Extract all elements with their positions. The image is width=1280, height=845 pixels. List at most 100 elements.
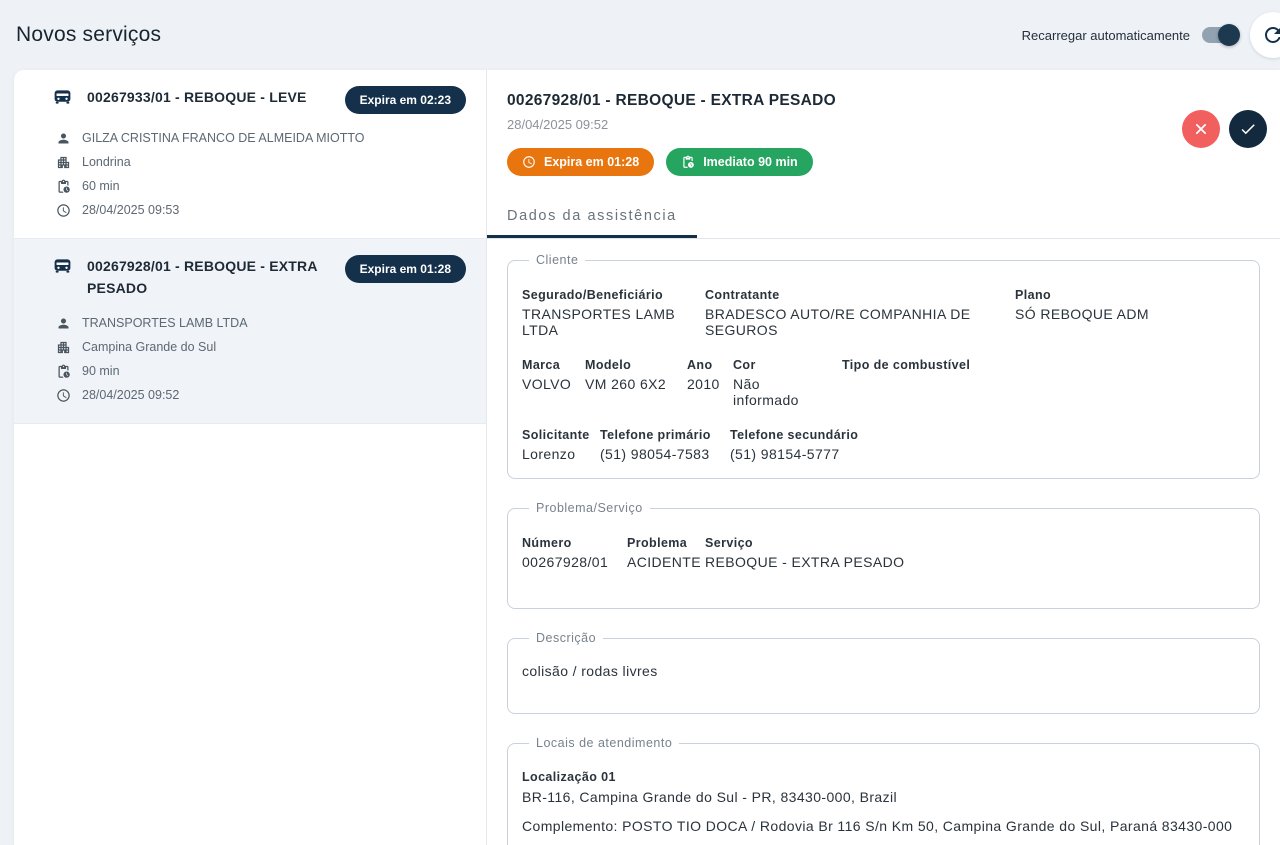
- top-bar: Novos serviços Recarregar automaticament…: [0, 0, 1280, 70]
- clipboard-clock-icon: [56, 179, 71, 194]
- car-icon: [52, 86, 73, 107]
- city-row: Londrina: [56, 150, 466, 174]
- description-text: colisão / rodas livres: [522, 663, 658, 679]
- field-label: Segurado/Beneficiário: [522, 288, 664, 302]
- duration-row: 60 min: [56, 174, 466, 198]
- client-row: GILZA CRISTINA FRANCO DE ALMEIDA MIOTTO: [56, 126, 466, 150]
- expire-badge-label: Expira em 01:28: [544, 155, 640, 169]
- field-label: Tipo de combustível: [842, 358, 971, 372]
- field-label: Serviço: [705, 536, 753, 550]
- city-row: Campina Grande do Sul: [56, 335, 466, 359]
- datetime: 28/04/2025 09:52: [82, 388, 180, 403]
- detail-body: Cliente Segurado/Beneficiário TRANSPORTE…: [487, 253, 1280, 845]
- client-name: TRANSPORTES LAMB LTDA: [82, 316, 248, 331]
- city: Londrina: [82, 155, 131, 169]
- field-value: REBOQUE - EXTRA PESADO: [705, 554, 905, 570]
- app: Novos serviços Recarregar automaticament…: [0, 0, 1280, 845]
- refresh-button[interactable]: [1250, 12, 1280, 58]
- badge-row: Expira em 01:28 Imediato 90 min: [507, 148, 1260, 176]
- field-label: Telefone primário: [600, 428, 711, 442]
- field-value: (51) 98154-5777: [730, 446, 840, 462]
- section-problema: Problema/Serviço Número 00267928/01 Prob…: [507, 501, 1260, 609]
- clipboard-clock-icon: [56, 364, 71, 379]
- card-meta: GILZA CRISTINA FRANCO DE ALMEIDA MIOTTO …: [56, 126, 466, 222]
- building-icon: [56, 155, 71, 170]
- check-icon: [1239, 120, 1257, 138]
- field-value: [842, 376, 970, 392]
- detail-title: 00267928/01 - REBOQUE - EXTRA PESADO: [507, 92, 836, 109]
- field-label: Marca: [522, 358, 561, 372]
- field-row: Segurado/Beneficiário TRANSPORTES LAMB L…: [522, 288, 1245, 338]
- auto-reload-toggle[interactable]: [1202, 24, 1240, 46]
- topbar-right: Recarregar automaticamente: [1022, 12, 1280, 58]
- section-descricao-legend: Descrição: [536, 631, 597, 645]
- field-value: TRANSPORTES LAMB LTDA: [522, 306, 676, 338]
- service-card-00267933[interactable]: 00267933/01 - REBOQUE - LEVE Expira em 0…: [14, 70, 486, 239]
- auto-reload-label: Recarregar automaticamente: [1021, 27, 1190, 43]
- expire-badge: Expira em 02:23: [344, 86, 466, 114]
- building-icon: [56, 340, 71, 355]
- field-label: Cor: [733, 358, 756, 372]
- field-value: (51) 98054-7583: [600, 446, 710, 462]
- field-label: Contratante: [705, 288, 780, 302]
- expire-badge: Expira em 01:28: [344, 255, 466, 283]
- field-label: Solicitante: [522, 428, 590, 442]
- person-icon: [56, 316, 71, 331]
- section-locais-legend: Locais de atendimento: [536, 736, 673, 750]
- field-value: BRADESCO AUTO/RE COMPANHIA DE SEGUROS: [705, 306, 971, 338]
- service-title: 00267933/01 - REBOQUE - LEVE: [87, 89, 307, 105]
- field-label: Número: [522, 536, 572, 550]
- field-label: Telefone secundário: [730, 428, 859, 442]
- clipboard-clock-icon: [681, 155, 695, 169]
- detail-header: 00267928/01 - REBOQUE - EXTRA PESADO 28/…: [487, 70, 1280, 176]
- field-label: Modelo: [585, 358, 632, 372]
- car-icon: [52, 255, 73, 276]
- page-title: Novos serviços: [16, 23, 162, 46]
- client-row: TRANSPORTES LAMB LTDA: [56, 311, 466, 335]
- datetime: 28/04/2025 09:53: [82, 203, 180, 217]
- detail-datetime: 28/04/2025 09:52: [507, 117, 609, 132]
- service-title: 00267928/01 - REBOQUE - EXTRA PESADO: [87, 258, 318, 296]
- section-problema-legend: Problema/Serviço: [536, 501, 643, 515]
- field-value: 2010: [687, 376, 720, 392]
- card-head: 00267928/01 - REBOQUE - EXTRA PESADO Exp…: [52, 253, 466, 299]
- service-detail: 00267928/01 - REBOQUE - EXTRA PESADO 28/…: [487, 70, 1280, 845]
- duration: 90 min: [82, 364, 120, 379]
- client-name: GILZA CRISTINA FRANCO DE ALMEIDA MIOTTO: [82, 131, 365, 145]
- tab-dados-assistencia[interactable]: Dados da assistência: [487, 198, 697, 238]
- main-panel: 00267933/01 - REBOQUE - LEVE Expira em 0…: [14, 70, 1280, 845]
- duration: 60 min: [82, 179, 120, 193]
- reject-button[interactable]: [1182, 110, 1220, 148]
- field-row: Solicitante Lorenzo Telefone primário (5…: [522, 428, 1245, 462]
- card-meta: TRANSPORTES LAMB LTDA Campina Grande do …: [56, 311, 466, 407]
- card-head: 00267933/01 - REBOQUE - LEVE Expira em 0…: [52, 84, 466, 114]
- immediate-badge: Imediato 90 min: [666, 148, 813, 176]
- location-complement: Complemento: POSTO TIO DOCA / Rodovia Br…: [522, 818, 1233, 834]
- section-locais: Locais de atendimento Localização 01 BR-…: [507, 736, 1260, 845]
- field-row: Número 00267928/01 Problema ACIDENTE Ser…: [522, 536, 1245, 570]
- field-value: 00267928/01: [522, 554, 609, 570]
- tab-bar: Dados da assistência: [487, 198, 1280, 239]
- field-value: SÓ REBOQUE ADM: [1015, 306, 1149, 322]
- accept-button[interactable]: [1229, 110, 1267, 148]
- location-address: BR-116, Campina Grande do Sul - PR, 8343…: [522, 789, 898, 805]
- detail-actions: [1182, 110, 1267, 148]
- person-icon: [56, 131, 71, 146]
- expire-badge: Expira em 01:28: [507, 148, 655, 176]
- field-value: Não informado: [733, 376, 799, 408]
- location-block: Localização 01 BR-116, Campina Grande do…: [522, 770, 1245, 834]
- immediate-badge-label: Imediato 90 min: [703, 155, 798, 169]
- section-cliente-legend: Cliente: [536, 253, 579, 267]
- field-label: Problema: [627, 536, 688, 550]
- field-row: Marca VOLVO Modelo VM 260 6X2 Ano 2010 C…: [522, 358, 1245, 408]
- city: Campina Grande do Sul: [82, 340, 217, 355]
- field-value: VOLVO: [522, 376, 572, 392]
- datetime-row: 28/04/2025 09:53: [56, 198, 466, 222]
- clock-icon: [56, 203, 71, 218]
- clock-icon: [522, 155, 536, 169]
- refresh-icon: [1261, 23, 1280, 47]
- service-card-00267928[interactable]: 00267928/01 - REBOQUE - EXTRA PESADO Exp…: [14, 239, 486, 425]
- toggle-knob-icon: [1218, 24, 1240, 46]
- close-icon: [1192, 120, 1210, 138]
- location-label: Localização 01: [522, 770, 616, 784]
